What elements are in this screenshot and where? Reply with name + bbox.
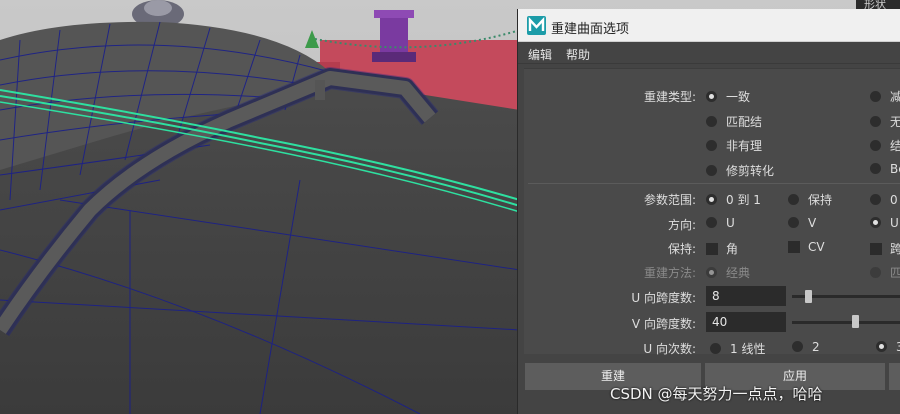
radio-icon — [706, 217, 717, 228]
radio-icon — [870, 140, 881, 151]
menu-help[interactable]: 帮助 — [566, 46, 590, 63]
rebuild-type-end[interactable]: 结束 — [870, 137, 900, 154]
radio-icon — [792, 341, 803, 352]
direction-v[interactable]: V — [788, 216, 816, 230]
radio-icon — [706, 165, 717, 176]
radio-icon — [706, 91, 717, 102]
u-spans-field[interactable] — [706, 286, 786, 306]
rebuild-type-bezier[interactable]: Bez — [870, 162, 900, 176]
radio-icon — [876, 341, 887, 352]
u-spans-label: U 向跨度数: — [631, 291, 696, 305]
radio-icon — [870, 116, 881, 127]
keep-label: 保持: — [667, 242, 696, 256]
rebuild-type-match-knots[interactable]: 匹配结 — [706, 113, 762, 130]
radio-icon — [870, 217, 881, 228]
radio-icon — [788, 194, 799, 205]
menu-edit[interactable]: 编辑 — [528, 46, 552, 63]
radio-icon — [870, 91, 881, 102]
radio-icon — [870, 194, 881, 205]
checkbox-icon — [706, 243, 718, 255]
rebuild-type-trim-convert[interactable]: 修剪转化 — [706, 162, 774, 179]
dialog-titlebar[interactable]: 重建曲面选项 — [518, 9, 900, 42]
param-range-0-1[interactable]: 0 到 1 — [706, 191, 761, 208]
rebuild-type-no-multiple[interactable]: 无多 — [870, 113, 900, 130]
dialog-title: 重建曲面选项 — [551, 22, 630, 37]
rebuild-type-non-rational[interactable]: 非有理 — [706, 137, 762, 154]
keep-cvs-checkbox[interactable]: CV — [788, 240, 825, 254]
u-degree-2[interactable]: 2 — [792, 340, 820, 354]
rebuild-method-classic[interactable]: 经典 — [706, 264, 750, 281]
keep-corners-checkbox[interactable]: 角 — [706, 240, 738, 257]
keep-spans-checkbox[interactable]: 跨 — [870, 240, 900, 257]
v-spans-slider[interactable] — [792, 321, 900, 324]
dialog-menubar: 编辑 帮助 — [518, 42, 900, 64]
u-degree-3[interactable]: 3 — [876, 340, 900, 354]
v-spans-slider-handle[interactable] — [852, 315, 859, 328]
direction-u[interactable]: U — [706, 216, 735, 230]
maya-icon — [527, 16, 546, 35]
u-degree-linear[interactable]: 1 线性 — [710, 340, 765, 357]
radio-icon — [788, 217, 799, 228]
radio-icon — [870, 163, 881, 174]
param-range-label: 参数范围: — [643, 193, 696, 207]
section-divider — [528, 183, 900, 184]
radio-icon — [710, 343, 721, 354]
rebuild-method-match[interactable]: 匹配 — [870, 264, 900, 281]
watermark: CSDN @每天努力一点点，哈哈 — [610, 385, 823, 403]
u-spans-slider-handle[interactable] — [805, 290, 812, 303]
direction-label: 方向: — [667, 218, 696, 232]
checkbox-icon — [788, 241, 800, 253]
param-range-0-to-spans[interactable]: 0 到 — [870, 191, 900, 208]
close-button-partial[interactable] — [889, 363, 900, 390]
radio-icon — [706, 267, 717, 278]
radio-icon — [706, 140, 717, 151]
rebuild-method-label: 重建方法: — [643, 266, 696, 280]
radio-icon — [870, 267, 881, 278]
checkbox-icon — [870, 243, 882, 255]
param-range-keep[interactable]: 保持 — [788, 191, 832, 208]
direction-uv[interactable]: U — [870, 216, 899, 230]
rebuild-type-uniform[interactable]: 一致 — [706, 88, 750, 105]
v-spans-label: V 向跨度数: — [631, 317, 696, 331]
v-spans-field[interactable] — [706, 312, 786, 332]
radio-icon — [706, 116, 717, 127]
radio-icon — [706, 194, 717, 205]
u-degree-label: U 向次数: — [643, 342, 696, 356]
options-panel: 重建类型: 一致 减少 匹配结 无多 非有理 结束 修剪转化 Bez 参数范围:… — [524, 68, 900, 357]
rebuild-type-label: 重建类型: — [643, 90, 696, 104]
rebuild-type-reduce[interactable]: 减少 — [870, 88, 900, 105]
rebuild-surface-options-dialog: 重建曲面选项 编辑 帮助 重建类型: 一致 减少 匹配结 无多 非有理 结束 修… — [517, 9, 900, 414]
background-purple-post — [380, 14, 408, 54]
